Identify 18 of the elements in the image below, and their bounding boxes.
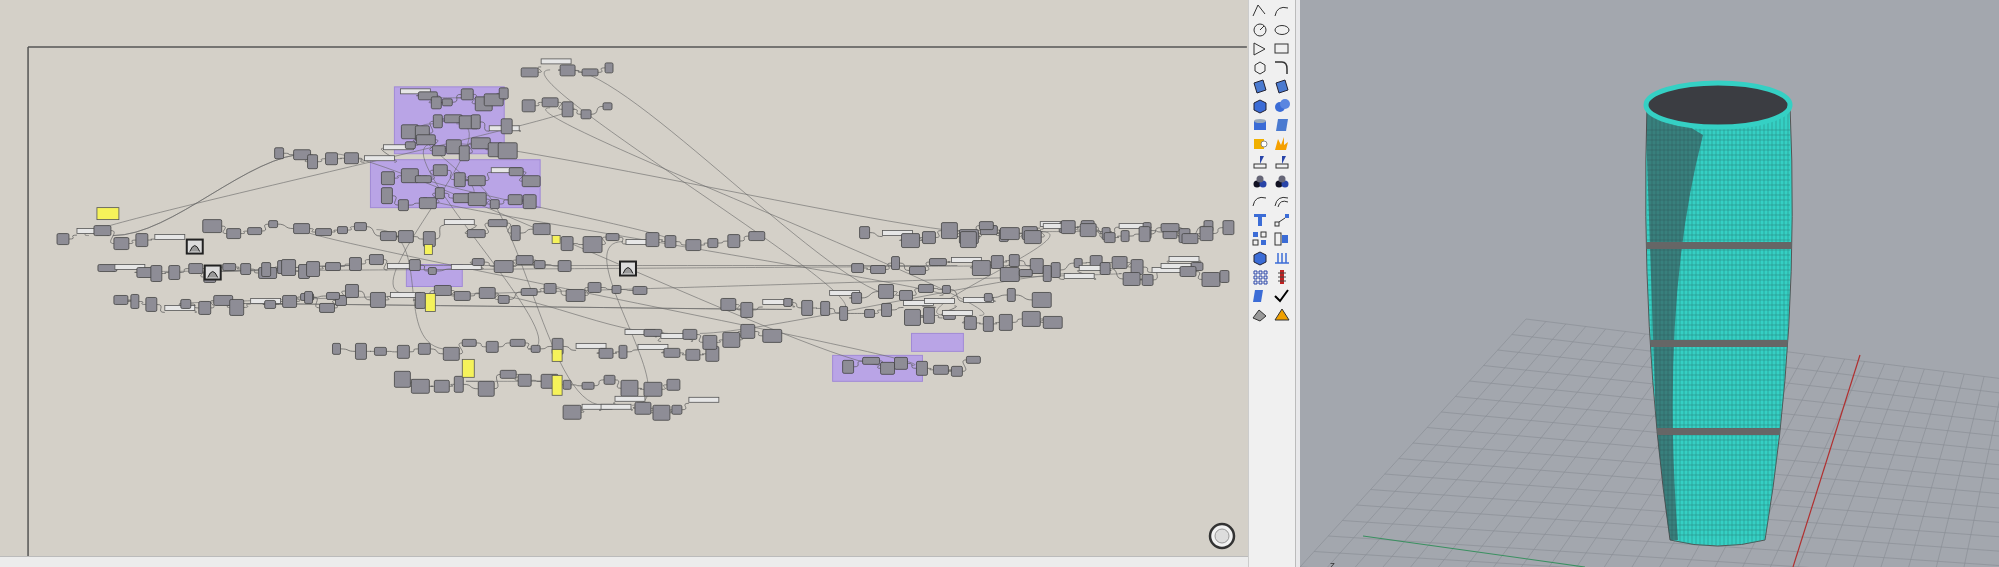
polygon-icon[interactable] — [1251, 59, 1269, 77]
pyramid-icon[interactable] — [1273, 306, 1291, 324]
panel-icon[interactable] — [1273, 116, 1291, 134]
line-icon[interactable] — [1273, 211, 1291, 229]
surface-icon[interactable] — [1251, 78, 1269, 96]
check-icon[interactable] — [1273, 287, 1291, 305]
grid-icon[interactable] — [1251, 268, 1269, 286]
cube-icon[interactable] — [1251, 249, 1269, 267]
navigation-dial-icon[interactable] — [1208, 522, 1236, 550]
flag-icon[interactable] — [1251, 154, 1269, 172]
box-icon[interactable] — [1251, 97, 1269, 115]
circle-icon[interactable] — [1251, 21, 1269, 39]
text-icon[interactable] — [1251, 211, 1269, 229]
squares-icon[interactable] — [1251, 230, 1269, 248]
blocks-icon[interactable] — [1273, 230, 1291, 248]
surface-icon[interactable] — [1273, 78, 1291, 96]
spheres-icon[interactable] — [1273, 97, 1291, 115]
flag-icon[interactable] — [1273, 154, 1291, 172]
